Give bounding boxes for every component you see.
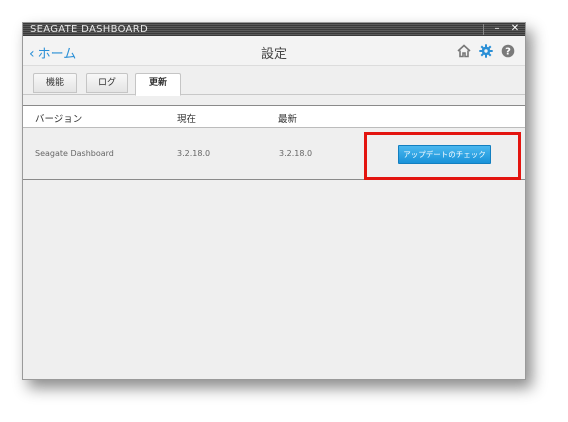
gear-icon[interactable] [479,43,493,62]
current-version: 3.2.18.0 [177,149,211,158]
column-version: バージョン [35,114,83,125]
nav-icons: ? [457,43,517,59]
column-latest: 最新 [278,114,298,125]
minimize-button[interactable]: – [490,23,504,36]
table-header: バージョン 現在 最新 [23,105,525,128]
page-title: 設定 [260,47,287,62]
product-name: Seagate Dashboard [35,149,114,158]
tab-bar: 機能 ログ 更新 [23,67,525,96]
check-update-button[interactable]: アップデートのチェック [398,145,491,164]
help-icon[interactable]: ? [501,43,515,62]
svg-text:?: ? [505,47,511,58]
app-window: SEAGATE DASHBOARD – ✕ ‹ ホーム 設定 ? 機能 ログ 更… [22,22,526,380]
tab-log[interactable]: ログ [86,73,128,93]
latest-version: 3.2.18.0 [279,149,313,158]
nav-bar: ‹ ホーム 設定 ? [23,36,525,66]
window-title: SEAGATE DASHBOARD [30,24,148,35]
title-bar: SEAGATE DASHBOARD – ✕ [23,23,525,36]
tab-features[interactable]: 機能 [33,73,77,93]
home-icon[interactable] [457,43,471,62]
column-current: 現在 [177,114,197,125]
close-button[interactable]: ✕ [508,23,522,36]
tab-update[interactable]: 更新 [135,73,181,96]
title-separator [483,24,484,35]
